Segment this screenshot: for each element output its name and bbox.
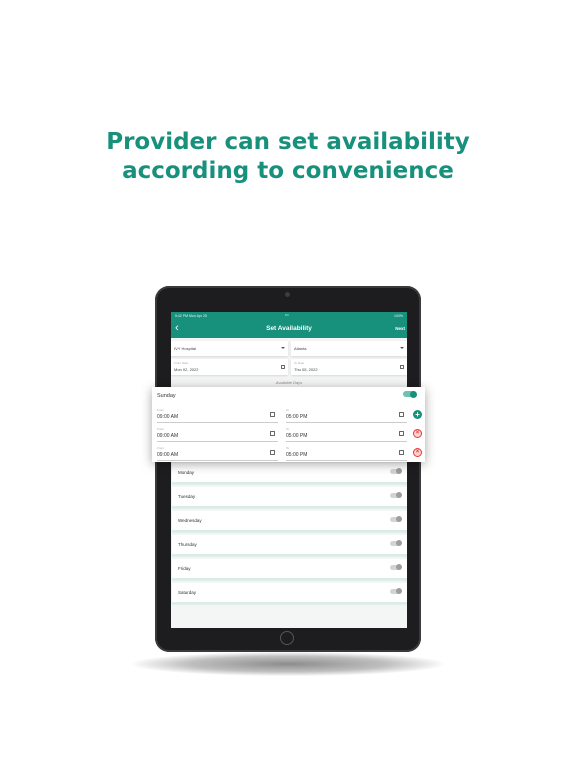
available-days-label: Available Days [275,380,303,385]
to-date-label: To Date [294,361,305,365]
to-time[interactable]: 05:00 PM [286,433,307,439]
day-label: Friday [178,566,191,571]
toggle-knob [396,516,402,522]
sunday-label: Sunday [157,393,176,399]
status-dots: ••• [285,313,289,317]
from-time[interactable]: 09:00 AM [157,433,178,439]
from-label: From [157,408,164,412]
remove-slot-button[interactable]: × [413,448,422,457]
status-bar: 5:42 PM Mon Apr 25 ••• 100% [171,312,407,320]
divider [157,441,278,442]
app-screen: 5:42 PM Mon Apr 25 ••• 100% ‹ Set Availa… [171,312,407,628]
sunday-card: Sunday From 09:00 AM To 05:00 PM + From … [152,387,425,462]
calendar-icon[interactable] [399,431,404,436]
headline: Provider can set availability according … [0,128,576,186]
wednesday-toggle[interactable] [390,516,402,522]
time-slot-row: From 09:00 AM To 05:00 PM × [152,427,425,444]
saturday-toggle[interactable] [390,588,402,594]
toggle-knob [396,588,402,594]
thursday-toggle[interactable] [390,540,402,546]
divider [157,460,278,461]
day-label: Saturday [178,590,197,595]
calendar-icon[interactable] [399,412,404,417]
sunday-toggle[interactable] [403,390,417,398]
day-row-friday: Friday [172,559,407,579]
toggle-knob [396,468,402,474]
nav-bar: ‹ Set Availability Next [171,320,407,338]
divider [286,441,407,442]
calendar-icon[interactable] [270,412,275,417]
from-date-field[interactable]: From Date Mon 02, 2022 [171,359,288,375]
chevron-down-icon [400,347,404,349]
divider [286,422,407,423]
day-label: Monday [178,470,195,475]
day-row-thursday: Thursday [172,535,407,555]
day-row-wednesday: Wednesday [172,511,407,531]
toggle-knob [396,564,402,570]
to-label: To [286,408,290,412]
time-slot-row: From 09:00 AM To 05:00 PM × [152,446,425,463]
calendar-icon[interactable] [281,365,285,369]
from-label: From [157,427,164,431]
toggle-knob [396,540,402,546]
next-button[interactable]: Next [395,326,405,331]
divider [286,460,407,461]
city-value: Atlanta [294,346,307,351]
from-label: From [157,446,164,450]
remove-slot-button[interactable]: × [413,429,422,438]
city-select[interactable]: Atlanta [291,341,407,356]
status-battery: 100% [394,314,403,318]
divider [157,422,278,423]
day-row-tuesday: Tuesday [172,487,407,507]
day-row-monday: Monday [172,463,407,483]
from-time[interactable]: 09:00 AM [157,452,178,458]
add-slot-button[interactable]: + [413,410,422,419]
day-label: Wednesday [178,518,202,523]
chevron-down-icon [281,347,285,349]
toggle-knob [410,390,417,398]
to-time[interactable]: 05:00 PM [286,452,307,458]
page-title: Set Availability [266,325,312,332]
calendar-icon[interactable] [399,450,404,455]
headline-line-2: according to convenience [122,158,454,184]
time-slot-row: From 09:00 AM To 05:00 PM + [152,408,425,425]
monday-toggle[interactable] [390,468,402,474]
from-date-label: From Date [174,361,189,365]
hospital-value: IVY Hospital [174,346,196,351]
to-date-value: Thu 05, 2022 [294,367,318,372]
day-label: Tuesday [178,494,196,499]
home-button [280,631,294,645]
calendar-icon[interactable] [270,431,275,436]
tuesday-toggle[interactable] [390,492,402,498]
to-label: To [286,446,290,450]
camera-dot [285,292,290,297]
day-label: Thursday [178,542,197,547]
to-date-field[interactable]: To Date Thu 05, 2022 [291,359,407,375]
calendar-icon[interactable] [270,450,275,455]
to-time[interactable]: 05:00 PM [286,414,307,420]
calendar-icon[interactable] [400,365,404,369]
from-date-value: Mon 02, 2022 [174,367,199,372]
to-label: To [286,427,290,431]
device-shadow [132,652,444,676]
hospital-select[interactable]: IVY Hospital [171,341,288,356]
friday-toggle[interactable] [390,564,402,570]
status-time: 5:42 PM Mon Apr 25 [175,314,207,318]
toggle-knob [396,492,402,498]
from-time[interactable]: 09:00 AM [157,414,178,420]
headline-line-1: Provider can set availability [106,129,470,155]
day-row-saturday: Saturday [172,583,407,603]
